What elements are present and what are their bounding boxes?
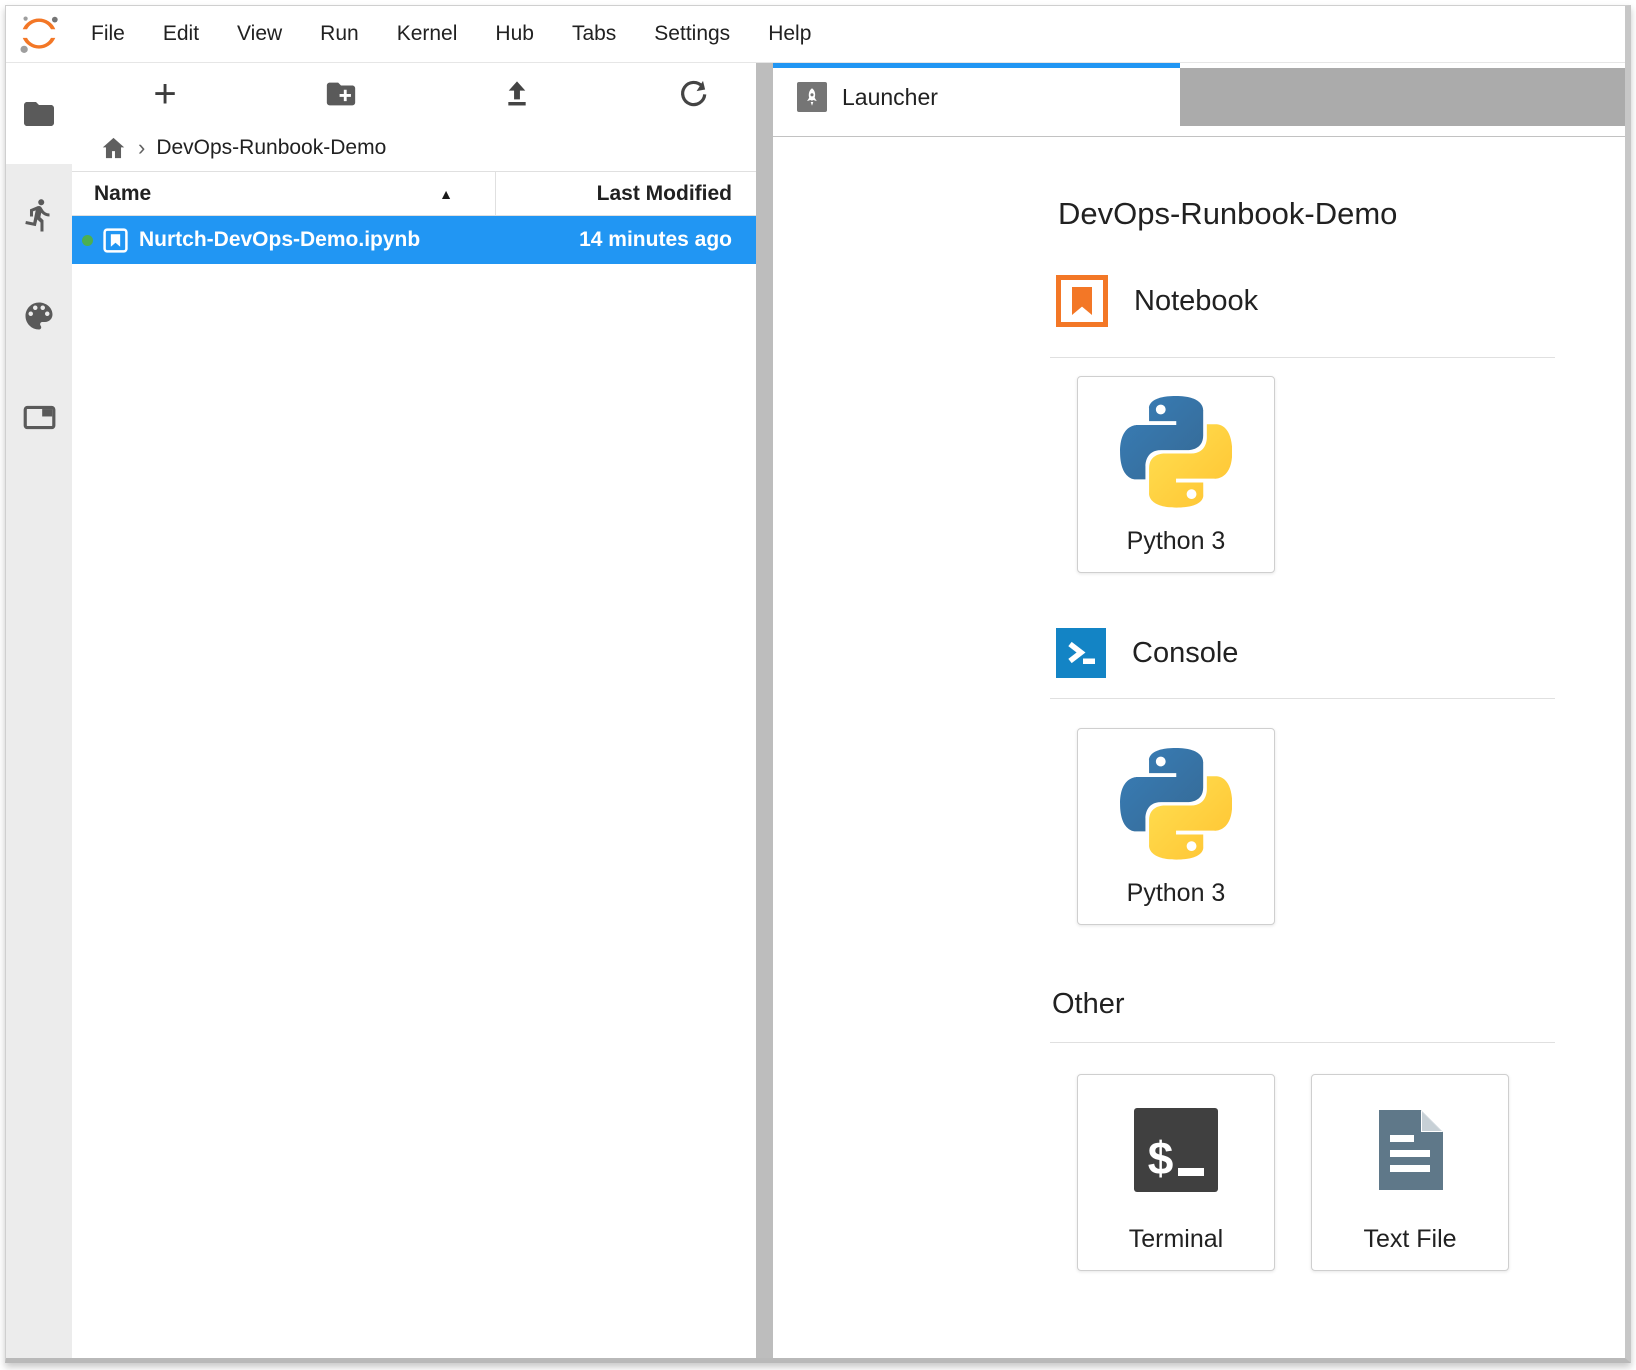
- refresh-icon: [677, 78, 709, 110]
- file-list-header: Name ▲ Last Modified: [72, 171, 756, 216]
- launcher-section-notebook: Notebook: [1056, 275, 1555, 327]
- menu-run[interactable]: Run: [301, 6, 378, 62]
- new-launcher-plus-icon: +: [153, 74, 176, 114]
- notebook-orange-icon: [1056, 275, 1108, 327]
- sort-ascending-icon: ▲: [439, 186, 453, 202]
- section-divider: [1050, 357, 1555, 358]
- console-blue-icon: [1056, 628, 1106, 678]
- last-modified-column-label: Last Modified: [597, 182, 732, 206]
- text-file-icon: [1362, 1102, 1458, 1198]
- menu-kernel[interactable]: Kernel: [378, 6, 477, 62]
- launcher-panel: DevOps-Runbook-Demo Notebook: [773, 137, 1625, 1358]
- card-label-python3: Python 3: [1127, 879, 1226, 908]
- section-divider: [1050, 698, 1555, 699]
- terminal-icon: $: [1134, 1108, 1218, 1192]
- breadcrumb: › DevOps-Runbook-Demo: [72, 125, 756, 171]
- new-folder-icon: [324, 77, 358, 111]
- section-label-other: Other: [1052, 988, 1555, 1021]
- palette-icon: [21, 298, 57, 334]
- menu-bar: File Edit View Run Kernel Hub Tabs Setti…: [6, 6, 1625, 63]
- menu-edit[interactable]: Edit: [144, 6, 218, 62]
- tab-launcher-label: Launcher: [842, 84, 938, 111]
- file-browser-toolbar: +: [72, 63, 756, 125]
- sidebar-item-filebrowser[interactable]: [6, 63, 72, 164]
- card-label-text-file: Text File: [1363, 1225, 1456, 1254]
- menu-hub[interactable]: Hub: [476, 6, 553, 62]
- kernel-running-dot: [82, 235, 93, 246]
- card-label-python3: Python 3: [1127, 527, 1226, 556]
- sidebar-item-running-sessions[interactable]: [6, 164, 72, 265]
- jupyterlab-window: File Edit View Run Kernel Hub Tabs Setti…: [5, 5, 1631, 1363]
- launcher-section-console: Console: [1056, 628, 1555, 678]
- python-logo-icon: [1120, 748, 1232, 860]
- refresh-button[interactable]: [670, 71, 716, 117]
- menu-help[interactable]: Help: [749, 6, 830, 62]
- sidebar-item-open-tabs[interactable]: [6, 366, 72, 467]
- file-last-modified: 14 minutes ago: [579, 228, 756, 252]
- menu-view[interactable]: View: [218, 6, 301, 62]
- main-dock-panel: Launcher DevOps-Runbook-Demo Notebook: [773, 63, 1625, 1358]
- tab-bar-divider: [773, 126, 1625, 137]
- file-row-selected[interactable]: Nurtch-DevOps-Demo.ipynb 14 minutes ago: [72, 216, 756, 264]
- upload-icon: [501, 78, 533, 110]
- launcher-card-text-file[interactable]: Text File: [1311, 1074, 1509, 1271]
- card-label-terminal: Terminal: [1129, 1225, 1223, 1254]
- folder-icon: [21, 96, 57, 132]
- breadcrumb-separator: ›: [138, 135, 145, 161]
- dock-tab-bar: Launcher: [773, 63, 1625, 126]
- jupyter-logo: [6, 11, 72, 57]
- breadcrumb-current-folder[interactable]: DevOps-Runbook-Demo: [156, 136, 386, 160]
- file-name: Nurtch-DevOps-Demo.ipynb: [139, 228, 420, 252]
- activity-sidebar: [6, 63, 72, 1358]
- launcher-cwd-title: DevOps-Runbook-Demo: [1058, 195, 1555, 233]
- notebook-icon: [102, 227, 129, 254]
- section-label-notebook: Notebook: [1134, 285, 1258, 318]
- launcher-card-terminal[interactable]: $ Terminal: [1077, 1074, 1275, 1271]
- menu-tabs[interactable]: Tabs: [553, 6, 635, 62]
- menu-file[interactable]: File: [72, 6, 144, 62]
- section-divider: [1050, 1042, 1555, 1043]
- home-icon[interactable]: [100, 135, 127, 162]
- launcher-card-console-python3[interactable]: Python 3: [1077, 728, 1275, 925]
- name-column-label: Name: [94, 182, 151, 206]
- new-folder-button[interactable]: [318, 71, 364, 117]
- section-label-console: Console: [1132, 637, 1238, 670]
- launcher-rocket-icon: [797, 82, 827, 112]
- sidebar-item-command-palette[interactable]: [6, 265, 72, 366]
- upload-button[interactable]: [494, 71, 540, 117]
- column-header-name[interactable]: Name ▲: [72, 172, 496, 215]
- column-header-last-modified[interactable]: Last Modified: [496, 172, 756, 215]
- tabs-icon: [21, 399, 57, 435]
- tab-launcher[interactable]: Launcher: [773, 63, 1180, 126]
- new-launcher-button[interactable]: +: [142, 71, 188, 117]
- menu-items: File Edit View Run Kernel Hub Tabs Setti…: [72, 6, 830, 62]
- running-man-icon: [21, 197, 57, 233]
- python-logo-icon: [1120, 396, 1232, 508]
- menu-settings[interactable]: Settings: [635, 6, 749, 62]
- jupyter-logo-icon: [16, 11, 62, 57]
- launcher-card-notebook-python3[interactable]: Python 3: [1077, 376, 1275, 573]
- file-browser-panel: +: [72, 63, 756, 1358]
- panel-splitter[interactable]: [756, 63, 773, 1358]
